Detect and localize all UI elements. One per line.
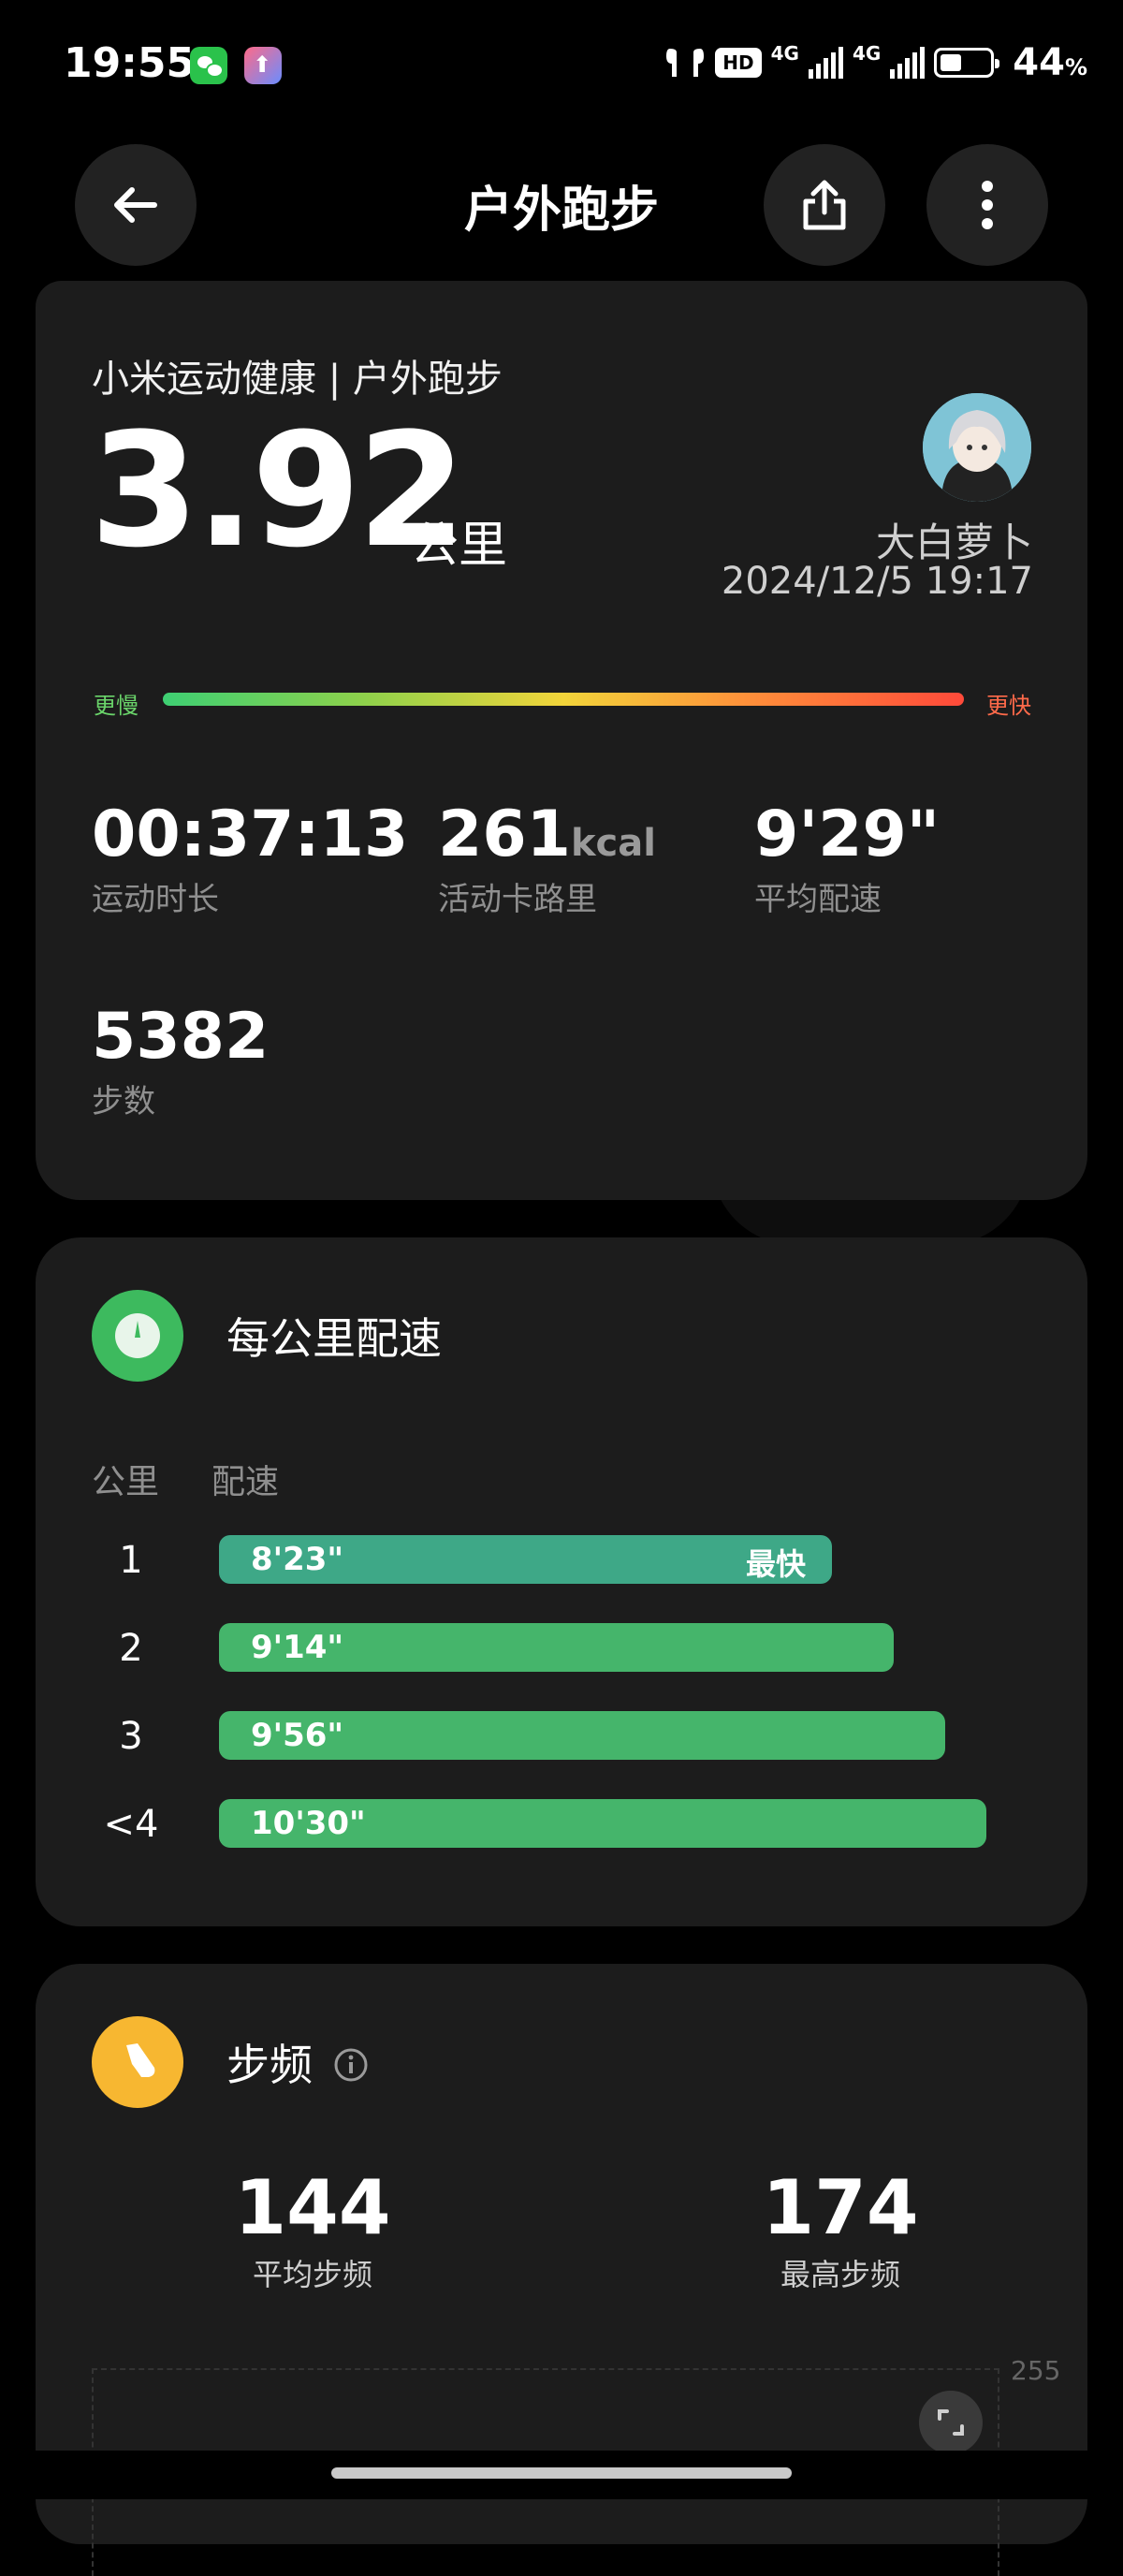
pace-value: 9'56"	[251, 1717, 344, 1754]
distance-value: 3.92	[90, 399, 467, 582]
more-options-button[interactable]	[926, 144, 1048, 266]
cadence-title: 步频	[226, 2031, 370, 2093]
hd-voice-badge: HD	[715, 48, 762, 78]
fastest-badge: 最快	[745, 1546, 806, 1582]
shoe-icon	[92, 2016, 183, 2108]
avatar	[923, 393, 1031, 502]
network-type-1: 4G	[770, 42, 799, 65]
signal-strength-2-icon	[890, 47, 926, 79]
avg-cadence-label: 平均步频	[252, 2257, 372, 2292]
km-column-header: 公里	[92, 1463, 160, 1501]
info-icon[interactable]	[332, 2046, 370, 2084]
pace-value: 9'14"	[251, 1629, 344, 1666]
share-button[interactable]	[764, 144, 885, 266]
pace-per-km-card: 每公里配速 公里 配速 1 8'23" 最快 2 9'14" 3 9'56" <4 10'30"	[36, 1237, 1087, 1926]
activity-datetime: 2024/12/5 19:17	[721, 560, 1033, 603]
pace-value: 10'30"	[251, 1805, 366, 1842]
pace-row: 3 9'56"	[36, 1711, 1087, 1764]
pace-slow-label: 更慢	[94, 693, 139, 719]
stopwatch-icon	[92, 1290, 183, 1382]
pace-gradient-bar	[163, 693, 964, 706]
pace-row: 2 9'14"	[36, 1623, 1087, 1676]
status-indicators: HD 4G 4G 44%	[664, 41, 1087, 84]
share-icon	[803, 180, 846, 230]
distance-unit: 公里	[410, 518, 508, 574]
calories-value: 261	[438, 798, 571, 871]
pace-value: 8'23"	[251, 1541, 344, 1578]
battery-percentage: 44%	[1013, 41, 1087, 84]
max-cadence-value: 174	[762, 2164, 919, 2251]
status-bar: 19:55 HD 4G 4G 44%	[0, 0, 1123, 131]
upload-app-notification-icon	[244, 47, 282, 84]
cadence-chart-max-label: 255	[1011, 2355, 1061, 2386]
avg-pace-stat: 9'29" 平均配速	[754, 798, 940, 919]
pace-per-km-title: 每公里配速	[226, 1313, 442, 1364]
pace-column-header: 配速	[211, 1463, 280, 1501]
home-indicator[interactable]	[331, 2467, 792, 2479]
more-vertical-icon	[982, 181, 993, 229]
expand-chart-button[interactable]	[919, 2391, 983, 2454]
max-cadence-stat: 174 最高步频	[728, 2164, 953, 2294]
max-cadence-label: 最高步频	[780, 2257, 900, 2292]
steps-label: 步数	[92, 1083, 155, 1120]
activity-source-label: 小米运动健康 | 户外跑步	[92, 358, 503, 401]
avg-pace-label: 平均配速	[754, 881, 882, 918]
duration-label: 运动时长	[92, 881, 219, 918]
pace-bar: 8'23" 最快	[219, 1535, 832, 1584]
calories-label: 活动卡路里	[438, 881, 597, 918]
calories-unit: kcal	[570, 822, 656, 865]
steps-value: 5382	[92, 1000, 270, 1074]
pace-row: 1 8'23" 最快	[36, 1535, 1087, 1588]
duration-stat: 00:37:13 运动时长	[92, 798, 408, 919]
wechat-notification-icon	[190, 47, 227, 84]
steps-stat: 5382 步数	[92, 1000, 269, 1121]
pace-bar: 10'30"	[219, 1799, 986, 1848]
calories-stat: 261kcal 活动卡路里	[438, 798, 656, 919]
avg-pace-value: 9'29"	[754, 798, 941, 871]
expand-icon	[938, 2409, 964, 2436]
pace-fast-label: 更快	[986, 693, 1031, 719]
pace-bar: 9'56"	[219, 1711, 945, 1760]
signal-strength-1-icon	[808, 47, 843, 79]
battery-icon	[934, 48, 1000, 78]
top-app-bar: 户外跑步	[0, 140, 1123, 266]
summary-card: 小米运动健康 | 户外跑步 3.92 公里 大白萝卜 2024/12/5 19:…	[36, 281, 1087, 1200]
km-label: 1	[119, 1539, 143, 1582]
km-label: 3	[119, 1715, 143, 1758]
km-label: <4	[103, 1803, 159, 1846]
avg-cadence-stat: 144 平均步频	[200, 2164, 425, 2294]
pace-bar: 9'14"	[219, 1623, 894, 1672]
avg-cadence-value: 144	[234, 2164, 391, 2251]
network-type-2: 4G	[852, 42, 882, 65]
earbuds-icon	[666, 49, 705, 77]
duration-value: 00:37:13	[92, 798, 409, 871]
km-label: 2	[119, 1627, 143, 1670]
status-time: 19:55	[64, 39, 196, 87]
pace-row: <4 10'30"	[36, 1799, 1087, 1852]
